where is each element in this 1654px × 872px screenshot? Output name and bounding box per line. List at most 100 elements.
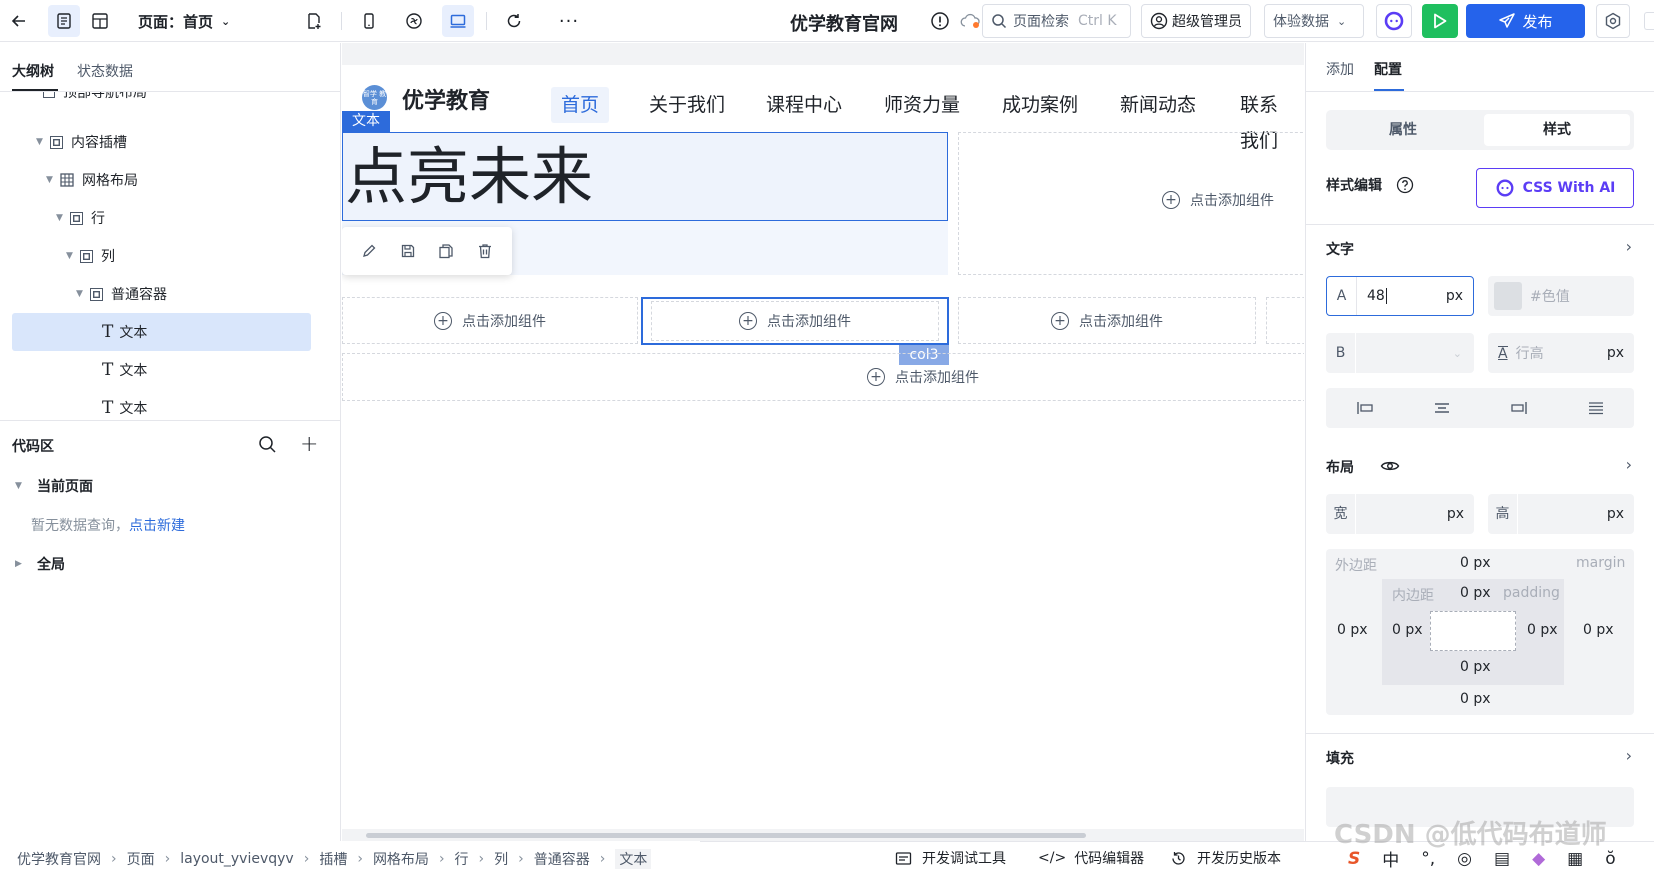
mobile-view-icon[interactable] xyxy=(353,5,385,37)
breadcrumb-item[interactable]: 页面 xyxy=(127,849,155,869)
margin-bottom-value[interactable]: 0 px xyxy=(1460,691,1491,707)
add-component-slot[interactable]: + 点击添加组件 xyxy=(1162,189,1274,211)
code-editor-button[interactable]: </> 代码编辑器 xyxy=(1038,848,1144,868)
nav-news[interactable]: 新闻动态 xyxy=(1110,87,1206,123)
color-input[interactable]: #色值 xyxy=(1488,276,1634,316)
tree-item-grid-layout[interactable]: ▼ 网格布局 xyxy=(12,161,311,199)
add-component-slot[interactable]: + 点击添加组件 xyxy=(342,297,638,344)
chevron-right-icon[interactable]: › xyxy=(1626,237,1632,256)
nav-about[interactable]: 关于我们 xyxy=(639,87,735,123)
breadcrumb-item[interactable]: 普通容器 xyxy=(534,849,590,869)
add-component-slot[interactable]: + 点击添加组件 xyxy=(641,297,949,345)
tray-more-icon[interactable]: ŏ xyxy=(1605,849,1615,869)
tree-item-container[interactable]: ▼ 普通容器 xyxy=(12,275,311,313)
height-input[interactable]: 高 px xyxy=(1488,494,1634,534)
margin-top-value[interactable]: 0 px xyxy=(1460,555,1491,571)
apps-grid-icon[interactable]: ▦ xyxy=(1567,849,1583,869)
copy-icon[interactable] xyxy=(438,243,454,259)
tree-item-text-selected[interactable]: T 文本 xyxy=(12,313,311,351)
segment-properties[interactable]: 属性 xyxy=(1326,110,1480,150)
run-button[interactable] xyxy=(1422,4,1458,38)
env-select[interactable]: 体验数据 ⌄ xyxy=(1264,4,1364,38)
skin-icon[interactable]: ◆ xyxy=(1532,849,1545,869)
tree-item-partial[interactable]: 顶部导航布局 xyxy=(43,92,147,102)
warning-icon[interactable] xyxy=(924,5,956,37)
breadcrumb-item[interactable]: 行 xyxy=(455,849,469,869)
hero-text[interactable]: 点亮未来 xyxy=(342,132,948,221)
breadcrumb-item-current[interactable]: 文本 xyxy=(615,849,652,869)
breadcrumb-item[interactable]: 网格布局 xyxy=(373,849,429,869)
align-left-icon[interactable] xyxy=(1356,401,1374,415)
add-component-slot[interactable]: + 点击添加组件 xyxy=(342,353,1304,401)
desktop-view-icon[interactable] xyxy=(442,5,474,37)
tab-config[interactable]: 配置 xyxy=(1374,59,1402,79)
tree-item-content-slot[interactable]: ▼ 内容插槽 xyxy=(12,123,311,161)
admin-button[interactable]: 超级管理员 xyxy=(1141,4,1251,38)
page-selector[interactable]: 页面：首页 ⌄ xyxy=(138,11,230,32)
padding-top-value[interactable]: 0 px xyxy=(1460,585,1491,601)
more-icon[interactable]: ··· xyxy=(553,5,585,37)
margin-right-value[interactable]: 0 px xyxy=(1583,622,1614,638)
page-list-icon[interactable] xyxy=(48,5,80,37)
nav-home[interactable]: 首页 xyxy=(551,87,610,123)
tree-item-column[interactable]: ▼ 列 xyxy=(12,237,311,275)
breadcrumb-item[interactable]: 列 xyxy=(494,849,508,869)
align-right-icon[interactable] xyxy=(1510,401,1528,415)
voice-icon[interactable]: ◎ xyxy=(1457,849,1472,869)
nav-courses[interactable]: 课程中心 xyxy=(756,87,852,123)
tab-add[interactable]: 添加 xyxy=(1326,59,1354,79)
current-page-group[interactable]: ▼ 当前页面 xyxy=(15,476,93,496)
horizontal-scrollbar-thumb[interactable] xyxy=(366,833,1086,838)
help-icon[interactable] xyxy=(1396,176,1414,194)
chevron-right-icon[interactable]: › xyxy=(1626,746,1632,765)
tree-item-row[interactable]: ▼ 行 xyxy=(12,199,311,237)
caret-down-icon[interactable]: ▼ xyxy=(76,289,86,299)
add-icon[interactable]: + xyxy=(300,432,318,457)
padding-left-value[interactable]: 0 px xyxy=(1392,622,1423,638)
chevron-right-icon[interactable]: › xyxy=(1626,455,1632,474)
collapse-handle[interactable] xyxy=(1644,12,1654,30)
width-input[interactable]: 宽 px xyxy=(1326,494,1474,534)
css-with-ai-button[interactable]: CSS With AI xyxy=(1476,168,1634,208)
layout-icon[interactable] xyxy=(84,5,116,37)
caret-down-icon[interactable]: ▼ xyxy=(36,137,46,147)
ai-assistant-button[interactable] xyxy=(1376,4,1412,38)
nav-cases[interactable]: 成功案例 xyxy=(992,87,1088,123)
breadcrumb-item[interactable]: 插槽 xyxy=(319,849,347,869)
keyboard-icon[interactable]: ▤ xyxy=(1494,849,1510,869)
add-component-slot[interactable]: + 点击添加组件 xyxy=(958,297,1256,344)
align-center-icon[interactable] xyxy=(1433,401,1451,415)
caret-down-icon[interactable]: ▼ xyxy=(66,251,76,261)
margin-left-value[interactable]: 0 px xyxy=(1337,622,1368,638)
page-search-input[interactable]: 页面检索 Ctrl K xyxy=(982,4,1131,38)
align-justify-icon[interactable] xyxy=(1587,401,1605,415)
font-size-input[interactable]: A 48 px xyxy=(1326,276,1474,316)
publish-button[interactable]: 发布 xyxy=(1466,4,1585,38)
caret-down-icon[interactable]: ▼ xyxy=(56,213,66,223)
edit-icon[interactable] xyxy=(361,243,377,259)
punctuation-icon[interactable]: °, xyxy=(1421,849,1435,869)
caret-down-icon[interactable]: ▼ xyxy=(46,175,56,185)
grid-cell[interactable] xyxy=(1266,297,1304,344)
eye-icon[interactable] xyxy=(1380,458,1400,474)
ime-mode-icon[interactable]: 中 xyxy=(1382,846,1399,871)
tab-outline-tree[interactable]: 大纲树 xyxy=(12,61,54,81)
search-icon[interactable] xyxy=(258,435,277,454)
create-query-link[interactable]: 点击新建 xyxy=(129,518,185,534)
color-swatch[interactable] xyxy=(1494,282,1522,310)
new-file-icon[interactable] xyxy=(298,5,330,37)
ime-s-icon[interactable]: S xyxy=(1348,849,1360,869)
history-button[interactable]: 开发历史版本 xyxy=(1170,848,1281,868)
settings-button[interactable] xyxy=(1596,4,1630,38)
dev-tools-button[interactable]: 开发调试工具 xyxy=(895,848,1006,868)
miniprogram-view-icon[interactable] xyxy=(398,5,430,37)
font-size-value[interactable]: 48 xyxy=(1367,288,1385,304)
save-icon[interactable] xyxy=(400,243,416,259)
tree-item-text[interactable]: T 文本 xyxy=(12,389,311,427)
back-arrow-icon[interactable] xyxy=(3,5,35,37)
breadcrumb-item[interactable]: 优学教育官网 xyxy=(17,849,101,869)
global-group[interactable]: ▶ 全局 xyxy=(15,554,65,574)
segment-style[interactable]: 样式 xyxy=(1484,114,1630,146)
line-height-input[interactable]: A 行高 px xyxy=(1488,333,1634,373)
nav-contact[interactable]: 联系我们 xyxy=(1230,87,1304,152)
